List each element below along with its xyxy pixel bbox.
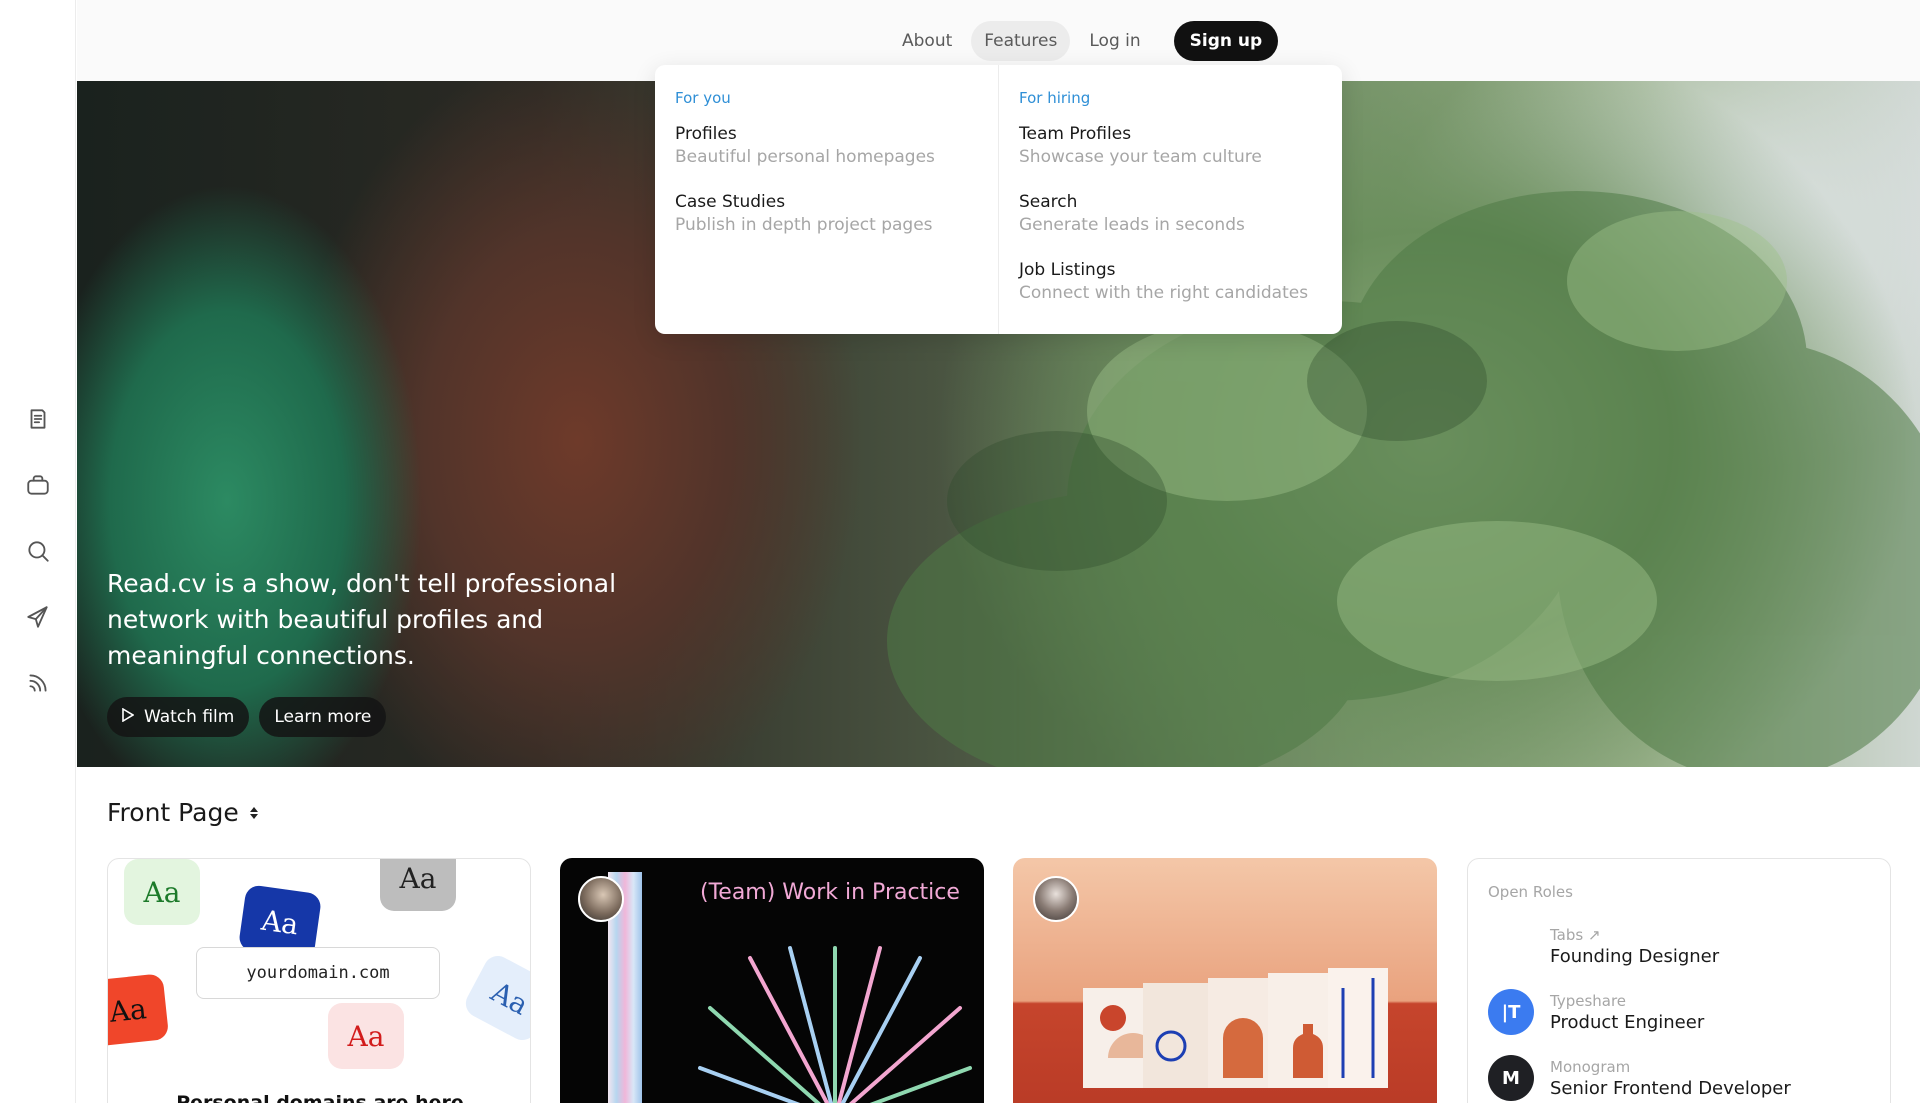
dropdown-item-subtitle: Connect with the right candidates — [1019, 283, 1309, 303]
briefcase-icon[interactable] — [24, 471, 52, 499]
dropdown-item-team-profiles[interactable]: Team Profiles Showcase your team culture — [1019, 123, 1321, 169]
nav-login[interactable]: Log in — [1076, 21, 1153, 61]
hero-tagline: Read.cv is a show, don't tell profession… — [107, 569, 617, 670]
nav-about[interactable]: About — [889, 21, 965, 61]
book-title: (Team) Work in Practice — [700, 880, 960, 905]
front-page-sort-toggle[interactable]: Front Page — [107, 798, 259, 827]
book-cover-art — [698, 946, 972, 1103]
feed-card-book[interactable]: (Team) Work in Practice — [560, 858, 984, 1103]
font-chip: Aa — [380, 859, 456, 911]
learn-more-button[interactable]: Learn more — [259, 697, 387, 737]
features-dropdown: For you Profiles Beautiful personal home… — [655, 65, 1342, 334]
dropdown-item-title: Case Studies — [675, 192, 786, 212]
play-icon — [122, 707, 135, 727]
hero-actions: Watch film Learn more — [107, 697, 387, 737]
signup-button[interactable]: Sign up — [1173, 21, 1279, 61]
typeshare-logo: |T — [1488, 989, 1534, 1035]
font-chip: Aa — [124, 859, 200, 925]
nav-features[interactable]: Features — [971, 21, 1071, 61]
watch-film-label: Watch film — [144, 707, 235, 727]
dropdown-item-title: Search — [1019, 192, 1078, 212]
card-caption: Personal domains are here — [176, 1092, 464, 1103]
dropdown-item-title: Team Profiles — [1019, 124, 1132, 144]
open-roles-heading: Open Roles — [1488, 883, 1573, 901]
role-company: Typeshare — [1550, 992, 1627, 1010]
domain-preview: yourdomain.com — [196, 947, 440, 999]
dropdown-item-title: Job Listings — [1019, 260, 1116, 280]
watch-film-button[interactable]: Watch film — [107, 697, 250, 737]
role-company: Tabs ↗ — [1550, 926, 1601, 944]
avatar — [1033, 876, 1079, 922]
font-chip: Aa — [460, 951, 530, 1045]
role-item[interactable]: Tabs ↗ Founding Designer — [1550, 925, 1719, 969]
dropdown-item-subtitle: Generate leads in seconds — [1019, 215, 1245, 235]
dropdown-item-search[interactable]: Search Generate leads in seconds — [1019, 191, 1321, 237]
front-page-title: Front Page — [107, 798, 239, 827]
role-title: Founding Designer — [1550, 946, 1720, 967]
font-chip: Aa — [108, 973, 170, 1047]
left-rail — [0, 0, 76, 1103]
role-title: Product Engineer — [1550, 1012, 1705, 1033]
role-item[interactable]: Typeshare Product Engineer — [1550, 991, 1704, 1035]
font-chip: Aa — [328, 1003, 404, 1069]
dropdown-heading-for-hiring: For hiring — [1019, 89, 1091, 107]
dropdown-item-subtitle: Beautiful personal homepages — [675, 147, 935, 167]
send-icon[interactable] — [24, 603, 52, 631]
dropdown-item-subtitle: Showcase your team culture — [1019, 147, 1262, 167]
dropdown-heading-for-you: For you — [675, 89, 731, 107]
dropdown-item-job-listings[interactable]: Job Listings Connect with the right cand… — [1019, 259, 1321, 305]
feed-card-art[interactable] — [1013, 858, 1437, 1103]
notes-icon[interactable] — [24, 405, 52, 433]
dropdown-column-for-you: For you Profiles Beautiful personal home… — [655, 65, 998, 334]
dropdown-item-title: Profiles — [675, 124, 737, 144]
sort-icon — [249, 805, 259, 821]
role-title: Senior Frontend Developer — [1550, 1078, 1791, 1099]
role-item[interactable]: Monogram Senior Frontend Developer — [1550, 1057, 1791, 1101]
feed-card-domains[interactable]: Aa Aa Aa Aa Aa Aa yourdomain.com Persona… — [107, 858, 531, 1103]
role-company: Monogram — [1550, 1058, 1631, 1076]
dropdown-column-for-hiring: For hiring Team Profiles Showcase your t… — [998, 65, 1341, 334]
avatar — [578, 876, 624, 922]
monogram-logo: M — [1488, 1055, 1534, 1101]
search-icon[interactable] — [24, 537, 52, 565]
feed-icon[interactable] — [24, 669, 52, 697]
art-cards-illustration — [1083, 968, 1388, 1088]
dropdown-item-case-studies[interactable]: Case Studies Publish in depth project pa… — [675, 191, 978, 237]
dropdown-item-profiles[interactable]: Profiles Beautiful personal homepages — [675, 123, 978, 169]
open-roles-card: Open Roles Tabs ↗ Founding Designer |T T… — [1467, 858, 1891, 1103]
dropdown-item-subtitle: Publish in depth project pages — [675, 215, 933, 235]
main-nav: About Features Log in Sign up — [889, 21, 1279, 61]
